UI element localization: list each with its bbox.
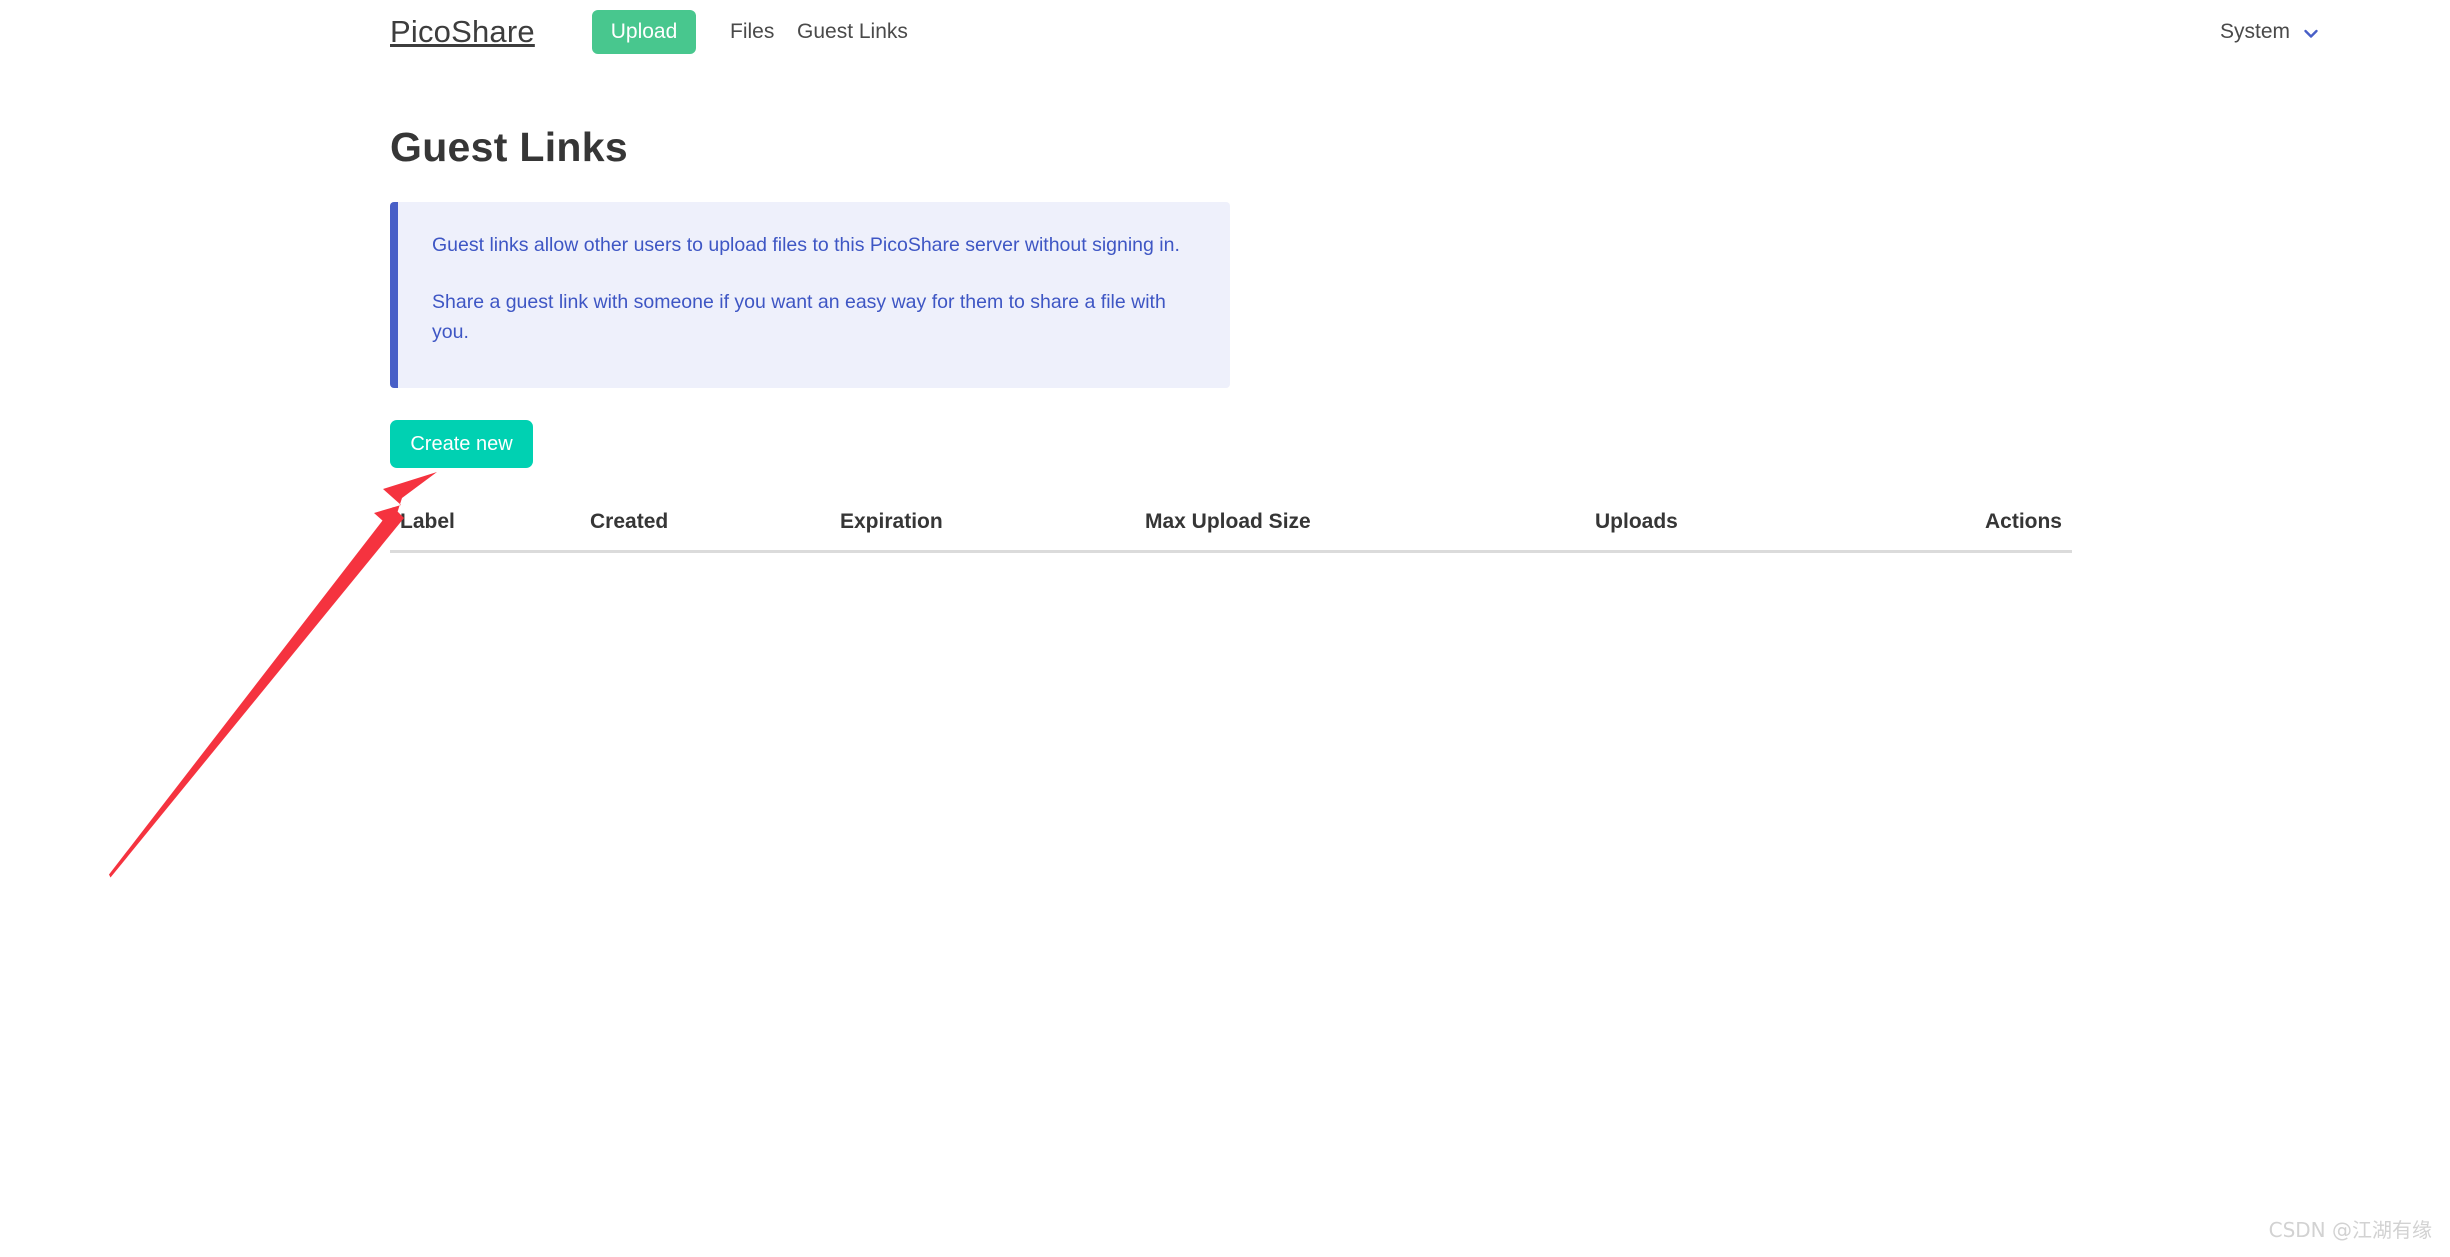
notification-paragraph-2: Share a guest link with someone if you w…	[432, 287, 1196, 347]
picoshare-guest-links-page: PicoShare Upload Files Guest Links Syste…	[0, 0, 2450, 1257]
top-navbar: PicoShare Upload Files Guest Links Syste…	[0, 0, 2450, 64]
upload-button[interactable]: Upload	[592, 10, 696, 54]
annotation-arrow-overlay	[0, 0, 2450, 1257]
info-notification: Guest links allow other users to upload …	[390, 202, 1230, 388]
column-header-label[interactable]: Label	[390, 502, 580, 552]
nav-link-files[interactable]: Files	[730, 20, 774, 44]
arrow-shaft	[109, 507, 404, 878]
system-menu-label: System	[2220, 20, 2290, 44]
column-header-expiration[interactable]: Expiration	[830, 502, 1135, 552]
notification-paragraph-1: Guest links allow other users to upload …	[432, 230, 1196, 260]
brand-logo[interactable]: PicoShare	[390, 13, 535, 51]
chevron-down-icon	[2302, 25, 2320, 43]
table-header: Label Created Expiration Max Upload Size…	[390, 502, 2072, 552]
page-title: Guest Links	[390, 122, 628, 172]
csdn-watermark: CSDN @江湖有缘	[2269, 1214, 2432, 1243]
create-new-button[interactable]: Create new	[390, 420, 533, 468]
guest-links-table: Label Created Expiration Max Upload Size…	[390, 502, 2072, 553]
nav-link-guest-links[interactable]: Guest Links	[797, 20, 908, 44]
column-header-uploads[interactable]: Uploads	[1585, 502, 1835, 552]
table-header-row: Label Created Expiration Max Upload Size…	[390, 502, 2072, 552]
column-header-actions[interactable]: Actions	[1835, 502, 2072, 552]
system-menu[interactable]: System	[2220, 20, 2320, 44]
column-header-max-upload-size[interactable]: Max Upload Size	[1135, 502, 1585, 552]
column-header-created[interactable]: Created	[580, 502, 830, 552]
